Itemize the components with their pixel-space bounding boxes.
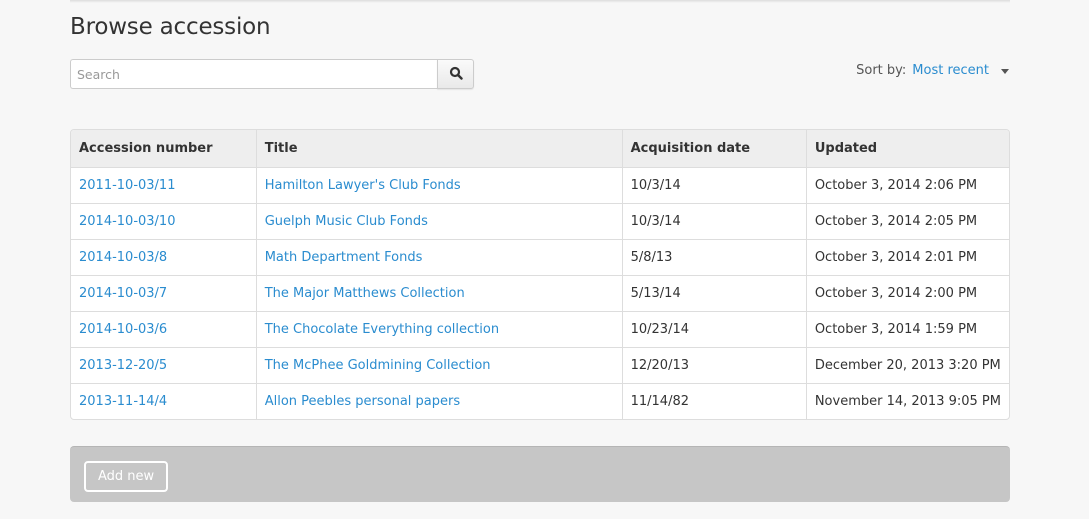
table-cell-acquisition-date: 12/20/13 bbox=[622, 346, 807, 383]
acquisition-date: 5/8/13 bbox=[630, 249, 673, 265]
search-button[interactable] bbox=[437, 59, 474, 89]
search-box bbox=[70, 59, 474, 89]
table-cell-accession-number: 2014-10-03/8 bbox=[71, 238, 257, 275]
table-row: 2011-10-03/11 Hamilton Lawyer's Club Fond… bbox=[71, 166, 1009, 203]
table-cell-title: Hamilton Lawyer's Club Fonds bbox=[256, 166, 623, 203]
table-cell-title: The Chocolate Everything collection bbox=[256, 310, 623, 347]
accession-number-link[interactable]: 2013-11-14/4 bbox=[79, 394, 167, 409]
sort-control: Sort by: Most recent bbox=[856, 63, 1009, 78]
accession-number-link[interactable]: 2014-10-03/6 bbox=[79, 322, 167, 337]
table-header-row: Accession number Title Acquisition date … bbox=[71, 130, 1009, 167]
updated-date: November 14, 2013 9:05 PM bbox=[814, 393, 1001, 409]
table-cell-acquisition-date: 10/23/14 bbox=[622, 310, 807, 347]
updated-date: December 20, 2013 3:20 PM bbox=[814, 357, 1001, 373]
table-row: 2013-12-20/5 The McPhee Goldmining Collec… bbox=[71, 346, 1009, 383]
table-cell-accession-number: 2014-10-03/6 bbox=[71, 310, 257, 347]
table-row: 2013-11-14/4 Allon Peebles personal paper… bbox=[71, 382, 1009, 419]
accession-number-link[interactable]: 2011-10-03/11 bbox=[79, 178, 175, 193]
table-row: 2014-10-03/8 Math Department Fonds 5/8/13 O… bbox=[71, 238, 1009, 275]
table-cell-title: The Major Matthews Collection bbox=[256, 274, 623, 311]
page-title: Browse accession bbox=[70, 14, 271, 40]
column-header-accession-number: Accession number bbox=[71, 130, 257, 167]
table-cell-title: Allon Peebles personal papers bbox=[256, 382, 623, 419]
actions-bar: Add new bbox=[70, 446, 1010, 502]
acquisition-date: 5/13/14 bbox=[630, 285, 681, 301]
title-link[interactable]: Hamilton Lawyer's Club Fonds bbox=[265, 178, 461, 193]
table-cell-accession-number: 2013-12-20/5 bbox=[71, 346, 257, 383]
table-row: 2014-10-03/6 The Chocolate Everything col… bbox=[71, 310, 1009, 347]
title-link[interactable]: The Major Matthews Collection bbox=[265, 286, 465, 301]
table-cell-title: Guelph Music Club Fonds bbox=[256, 202, 623, 239]
accession-number-link[interactable]: 2013-12-20/5 bbox=[79, 358, 167, 373]
acquisition-date: 11/14/82 bbox=[630, 393, 689, 409]
accession-number-link[interactable]: 2014-10-03/8 bbox=[79, 250, 167, 265]
column-header-title: Title bbox=[256, 130, 623, 167]
accessions-table: Accession number Title Acquisition date … bbox=[70, 129, 1010, 420]
table-cell-updated: October 3, 2014 2:06 PM bbox=[806, 166, 1009, 203]
column-header-updated: Updated bbox=[806, 130, 1009, 167]
table-cell-updated: October 3, 2014 2:05 PM bbox=[806, 202, 1009, 239]
accession-number-link[interactable]: 2014-10-03/10 bbox=[79, 214, 175, 229]
table-cell-acquisition-date: 10/3/14 bbox=[622, 166, 807, 203]
title-link[interactable]: Guelph Music Club Fonds bbox=[265, 214, 428, 229]
table-cell-title: Math Department Fonds bbox=[256, 238, 623, 275]
acquisition-date: 10/3/14 bbox=[630, 213, 681, 229]
updated-date: October 3, 2014 2:00 PM bbox=[814, 285, 978, 301]
table-cell-acquisition-date: 5/8/13 bbox=[622, 238, 807, 275]
acquisition-date: 12/20/13 bbox=[630, 357, 689, 373]
table-cell-acquisition-date: 10/3/14 bbox=[622, 202, 807, 239]
acquisition-date: 10/23/14 bbox=[630, 321, 689, 337]
search-icon bbox=[449, 65, 463, 84]
table-cell-accession-number: 2014-10-03/7 bbox=[71, 274, 257, 311]
table-cell-updated: November 14, 2013 9:05 PM bbox=[806, 382, 1009, 419]
column-header-acquisition-date: Acquisition date bbox=[622, 130, 807, 167]
sort-label: Sort by: bbox=[856, 63, 907, 78]
table-cell-updated: October 3, 2014 1:59 PM bbox=[806, 310, 1009, 347]
updated-date: October 3, 2014 2:06 PM bbox=[814, 177, 978, 193]
table-cell-acquisition-date: 5/13/14 bbox=[622, 274, 807, 311]
updated-date: October 3, 2014 1:59 PM bbox=[814, 321, 978, 337]
title-link[interactable]: Math Department Fonds bbox=[265, 250, 423, 265]
sort-selected-value: Most recent bbox=[912, 63, 989, 78]
table-cell-acquisition-date: 11/14/82 bbox=[622, 382, 807, 419]
table-cell-accession-number: 2014-10-03/10 bbox=[71, 202, 257, 239]
updated-date: October 3, 2014 2:01 PM bbox=[814, 249, 978, 265]
sort-dropdown[interactable]: Most recent bbox=[912, 63, 989, 78]
accession-number-link[interactable]: 2014-10-03/7 bbox=[79, 286, 167, 301]
table-cell-updated: December 20, 2013 3:20 PM bbox=[806, 346, 1009, 383]
table-cell-accession-number: 2013-11-14/4 bbox=[71, 382, 257, 419]
search-input[interactable] bbox=[70, 59, 437, 89]
caret-down-icon[interactable] bbox=[1001, 68, 1009, 74]
title-link[interactable]: Allon Peebles personal papers bbox=[265, 394, 460, 409]
top-shadow bbox=[70, 0, 1010, 3]
add-new-button[interactable]: Add new bbox=[84, 461, 169, 492]
table-row: 2014-10-03/10 Guelph Music Club Fonds 10/3… bbox=[71, 202, 1009, 239]
table-cell-updated: October 3, 2014 2:00 PM bbox=[806, 274, 1009, 311]
table-cell-accession-number: 2011-10-03/11 bbox=[71, 166, 257, 203]
title-link[interactable]: The Chocolate Everything collection bbox=[265, 322, 499, 337]
title-link[interactable]: The McPhee Goldmining Collection bbox=[265, 358, 491, 373]
table-cell-title: The McPhee Goldmining Collection bbox=[256, 346, 623, 383]
table-row: 2014-10-03/7 The Major Matthews Collectio… bbox=[71, 274, 1009, 311]
table-cell-updated: October 3, 2014 2:01 PM bbox=[806, 238, 1009, 275]
updated-date: October 3, 2014 2:05 PM bbox=[814, 213, 978, 229]
acquisition-date: 10/3/14 bbox=[630, 177, 681, 193]
